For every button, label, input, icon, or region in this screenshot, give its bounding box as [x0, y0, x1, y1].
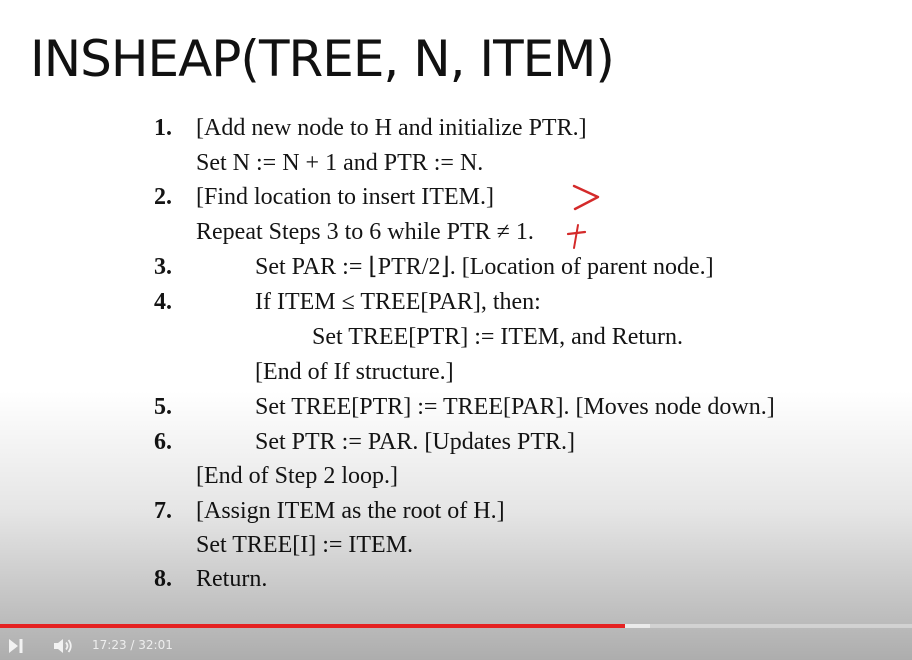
volume-icon [54, 639, 72, 653]
step-text: Set TREE[I] := ITEM. [196, 532, 414, 558]
progress-bar[interactable] [0, 624, 912, 628]
strike-annotation-icon [566, 224, 587, 249]
step-number: 3. [154, 254, 172, 280]
step-text: If ITEM ≤ TREE[PAR], then: [255, 289, 541, 315]
step-text: Set TREE[PTR] := ITEM, and Return. [312, 324, 684, 350]
next-button[interactable] [4, 632, 28, 660]
step-text: [End of If structure.] [255, 359, 454, 385]
progress-played [0, 624, 625, 628]
step-number: 6. [154, 429, 172, 455]
video-frame[interactable]: INSHEAP(TREE, N, ITEM) 1. [Add new node … [0, 0, 912, 660]
step-text: [Find location to insert ITEM.] [196, 184, 494, 210]
step-number: 4. [154, 289, 172, 315]
step-text: Set PTR := PAR. [Updates PTR.] [255, 429, 576, 455]
page-title: INSHEAP(TREE, N, ITEM) [30, 30, 615, 88]
step-text: Set PAR := ⌊PTR/2⌋. [Location of parent … [255, 254, 714, 280]
greater-than-annotation-icon [572, 184, 600, 211]
step-text: Return. [196, 566, 268, 592]
step-number: 7. [154, 498, 172, 524]
time-display: 17:23 / 32:01 [92, 638, 173, 652]
step-text: [Add new node to H and initialize PTR.] [196, 115, 587, 141]
player-controls: 17:23 / 32:01 [0, 632, 912, 660]
step-number: 1. [154, 115, 172, 141]
step-text: Set N := N + 1 and PTR := N. [196, 150, 484, 176]
step-text: Repeat Steps 3 to 6 while PTR ≠ 1. [196, 219, 534, 245]
volume-button[interactable] [50, 632, 76, 660]
step-number: 2. [154, 184, 172, 210]
step-number: 8. [154, 566, 172, 592]
step-text: [Assign ITEM as the root of H.] [196, 498, 505, 524]
step-text: [End of Step 2 loop.] [196, 463, 398, 489]
step-text: Set TREE[PTR] := TREE[PAR]. [Moves node … [255, 394, 775, 420]
step-number: 5. [154, 394, 172, 420]
play-next-icon [9, 639, 23, 653]
